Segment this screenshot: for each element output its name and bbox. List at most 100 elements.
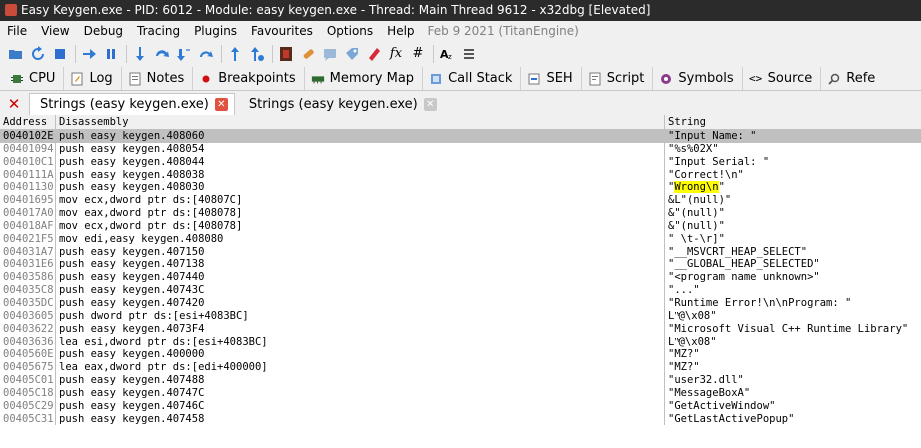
breakpoint-dot-icon xyxy=(202,75,210,82)
column-header-string[interactable]: String xyxy=(665,115,921,129)
execute-till-return-icon[interactable] xyxy=(225,44,245,64)
patch-icon[interactable] xyxy=(298,44,318,64)
tab-memory-map[interactable]: Memory Map xyxy=(304,67,424,90)
tab-strings-inactive[interactable]: Strings (easy keygen.exe) ✕ xyxy=(239,93,443,115)
cell-string: "..." xyxy=(668,284,700,297)
tab-log-label: Log xyxy=(89,71,113,86)
search-icon xyxy=(828,73,840,85)
cell-disassembly: lea eax,dword ptr ds:[edi+400000] xyxy=(56,361,665,375)
cell-string: "MZ?" xyxy=(668,361,700,374)
table-row[interactable]: 0040102E push easy keygen.408060 "Input Na… xyxy=(0,130,921,143)
cell-address: 004031A7 xyxy=(0,245,56,259)
table-row[interactable]: 004021F5 mov edi,easy keygen.408080 " \t-\… xyxy=(0,232,921,246)
tab-log[interactable]: Log xyxy=(64,67,122,90)
toolbar-separator xyxy=(75,44,76,63)
tab-call-stack[interactable]: Call Stack xyxy=(423,67,522,90)
font-icon[interactable]: Az xyxy=(437,44,457,64)
tab-references[interactable]: Refe xyxy=(821,67,884,90)
step-over-icon[interactable] xyxy=(152,44,172,64)
cell-disassembly: mov ecx,dword ptr ds:[40807C] xyxy=(56,194,665,208)
table-row[interactable]: 00405675 lea eax,dword ptr ds:[edi+400000… xyxy=(0,361,921,375)
cell-disassembly: push easy keygen.408054 xyxy=(56,142,665,156)
cell-disassembly: push easy keygen.408030 xyxy=(56,181,665,195)
menu-options[interactable]: Options xyxy=(320,21,380,41)
tab-source[interactable]: <> Source xyxy=(742,67,822,90)
table-row[interactable]: 0040111A push easy keygen.408038 "Correct!… xyxy=(0,168,921,182)
open-icon[interactable] xyxy=(6,44,26,64)
table-row[interactable]: 004035DC push easy keygen.407420 "Runtime … xyxy=(0,296,921,310)
run-to-user-code-icon[interactable] xyxy=(247,44,267,64)
window-title: Easy Keygen.exe - PID: 6012 - Module: ea… xyxy=(21,3,651,17)
function-icon[interactable]: fx xyxy=(386,44,406,64)
tab-strings-inactive-label: Strings (easy keygen.exe) xyxy=(248,96,418,112)
cell-string: "MZ?" xyxy=(668,348,700,361)
menu-view[interactable]: View xyxy=(34,21,76,41)
table-row[interactable]: 004018AF mov ecx,dword ptr ds:[408078] &"(… xyxy=(0,219,921,233)
table-row[interactable]: 00405C29 push easy keygen.40746C "GetActiv… xyxy=(0,399,921,413)
hash-icon[interactable]: # xyxy=(408,44,428,64)
tab-notes[interactable]: Notes xyxy=(121,67,194,90)
comment-icon[interactable] xyxy=(320,44,340,64)
table-row[interactable]: 00403636 lea esi,dword ptr ds:[esi+4083BC… xyxy=(0,335,921,349)
tab-strings-active[interactable]: Strings (easy keygen.exe) ✕ xyxy=(29,93,235,115)
cell-address: 004035C8 xyxy=(0,284,56,297)
column-header-disassembly[interactable]: Disassembly xyxy=(56,115,665,129)
menu-favourites[interactable]: Favourites xyxy=(244,21,320,41)
trace-into-icon[interactable] xyxy=(174,44,194,64)
table-row[interactable]: 004031E6 push easy keygen.407138 "__GLOBAL… xyxy=(0,258,921,272)
cell-address: 004017A0 xyxy=(0,207,56,220)
toolbar-separator xyxy=(126,44,127,63)
tab-notes-label: Notes xyxy=(146,71,185,86)
trace-over-icon[interactable] xyxy=(196,44,216,64)
cell-disassembly: push easy keygen.407150 xyxy=(56,245,665,259)
notes-icon xyxy=(129,72,141,85)
column-header-address[interactable]: Address xyxy=(0,115,56,129)
table-row[interactable]: 004017A0 mov eax,dword ptr ds:[408078] &"(… xyxy=(0,207,921,220)
cell-string: "Wrong\n" xyxy=(665,181,921,194)
scylla-icon[interactable] xyxy=(276,44,296,64)
title-bar: Easy Keygen.exe - PID: 6012 - Module: ea… xyxy=(0,0,921,21)
script-icon xyxy=(589,72,601,85)
menu-debug[interactable]: Debug xyxy=(77,21,130,41)
table-row[interactable]: 00405C01 push easy keygen.407488 "user32.d… xyxy=(0,374,921,387)
table-row[interactable]: 00405C31 push easy keygen.407458 "GetLastA… xyxy=(0,412,921,426)
label-icon[interactable] xyxy=(342,44,362,64)
menu-file[interactable]: File xyxy=(0,21,34,41)
restart-icon[interactable] xyxy=(28,44,48,64)
table-row[interactable]: 00401130 push easy keygen.408030 "Wrong\n" xyxy=(0,181,921,195)
table-row[interactable]: 00403605 push dword ptr ds:[esi+4083BC] L"… xyxy=(0,309,921,323)
cell-disassembly: mov ecx,dword ptr ds:[408078] xyxy=(56,219,665,233)
search-highlight: Wrong\n xyxy=(674,181,719,194)
cell-string: &L"(null)" xyxy=(668,194,732,207)
debug-toolbar: fx # Az xyxy=(0,41,921,66)
table-row[interactable]: 00401695 mov ecx,dword ptr ds:[40807C] &L"… xyxy=(0,194,921,208)
list-icon[interactable] xyxy=(459,44,479,64)
cell-string: "Input Serial: " xyxy=(668,155,770,168)
close-tab-icon[interactable]: ✕ xyxy=(423,97,437,111)
table-row[interactable]: 00403586 push easy keygen.407440 "<program… xyxy=(0,271,921,285)
tab-seh[interactable]: SEH xyxy=(521,67,582,90)
close-all-tabs-icon[interactable]: ✕ xyxy=(3,93,25,115)
table-row[interactable]: 00405C18 push easy keygen.40747C "MessageB… xyxy=(0,386,921,400)
step-into-icon[interactable] xyxy=(130,44,150,64)
stop-icon[interactable] xyxy=(50,44,70,64)
tab-cpu[interactable]: CPU xyxy=(0,67,65,90)
table-row[interactable]: 004035C8 push easy keygen.40743C "..." xyxy=(0,284,921,297)
run-icon[interactable] xyxy=(79,44,99,64)
menu-help[interactable]: Help xyxy=(380,21,421,41)
tab-script[interactable]: Script xyxy=(581,67,654,90)
cell-disassembly: push easy keygen.408038 xyxy=(56,168,665,182)
tab-symbols[interactable]: Symbols xyxy=(653,67,743,90)
menu-tracing[interactable]: Tracing xyxy=(130,21,187,41)
bookmark-icon[interactable] xyxy=(364,44,384,64)
pause-icon[interactable] xyxy=(101,44,121,64)
tab-breakpoints[interactable]: Breakpoints xyxy=(193,67,305,90)
table-row[interactable]: 004031A7 push easy keygen.407150 "__MSVCRT… xyxy=(0,245,921,259)
table-row[interactable]: 004010C1 push easy keygen.408044 "Input Se… xyxy=(0,155,921,169)
menu-plugins[interactable]: Plugins xyxy=(187,21,244,41)
table-row[interactable]: 0040560E push easy keygen.400000 "MZ?" xyxy=(0,348,921,362)
cell-string: "Microsoft Visual C++ Runtime Library" xyxy=(668,322,909,335)
close-tab-icon[interactable]: ✕ xyxy=(214,98,228,111)
table-row[interactable]: 00401094 push easy keygen.408054 "%s%02X" xyxy=(0,142,921,156)
table-row[interactable]: 00403622 push easy keygen.4073F4 "Microsof… xyxy=(0,322,921,336)
